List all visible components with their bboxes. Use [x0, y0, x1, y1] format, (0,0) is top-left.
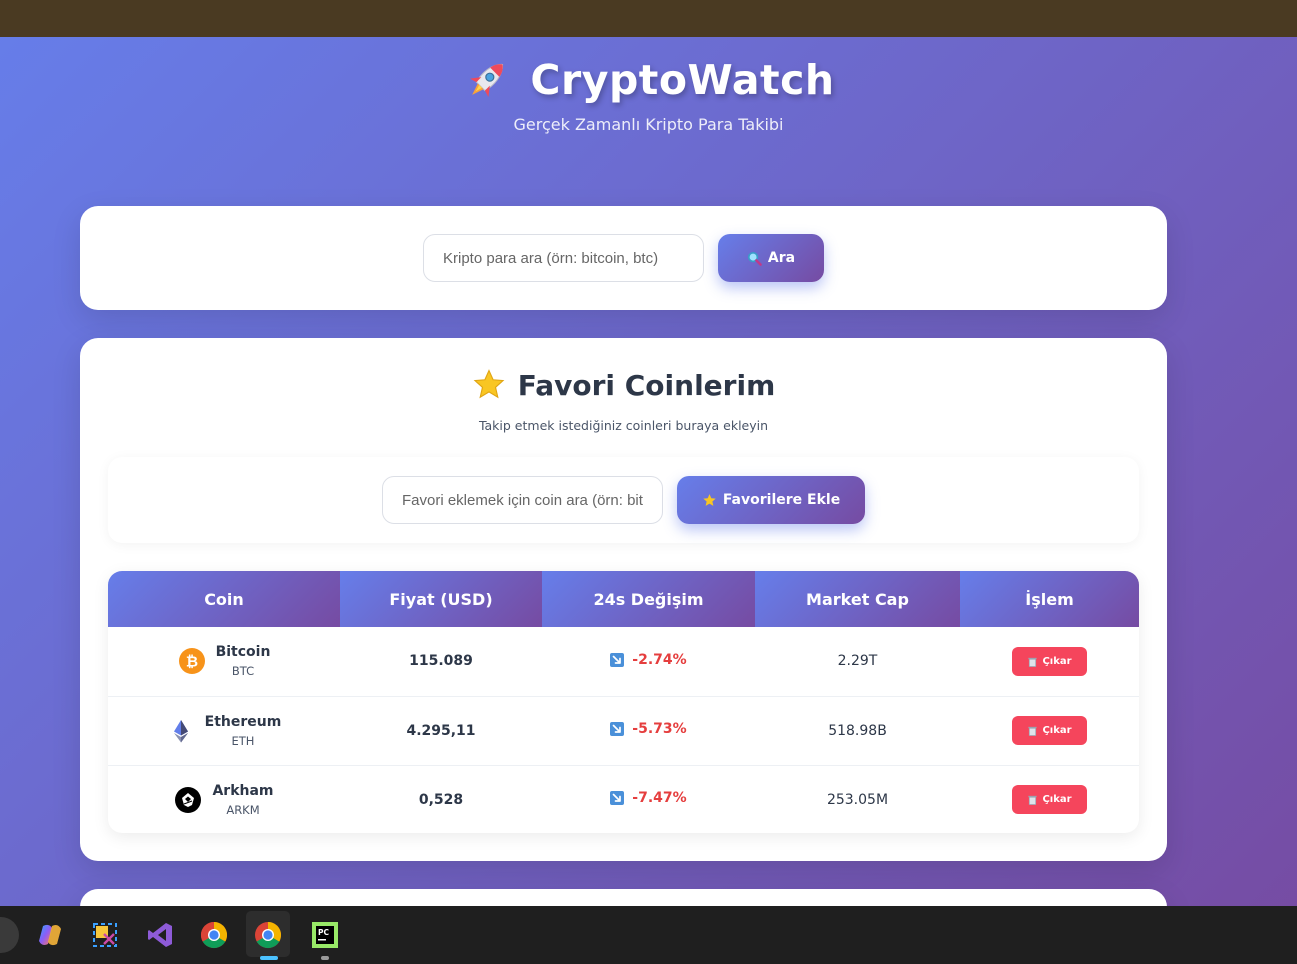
search-row: Ara — [423, 234, 824, 282]
app-header: CryptoWatch Gerçek Zamanlı Kripto Para T… — [0, 37, 1297, 134]
remove-button[interactable]: Çıkar — [1012, 716, 1087, 745]
coin-change: -5.73% — [632, 721, 687, 737]
pycharm-icon[interactable]: PC — [309, 919, 341, 951]
favorites-title: Favori Coinlerim — [517, 368, 776, 402]
coin-market-cap: 253.05M — [826, 791, 889, 808]
taskbar: PC — [0, 906, 1297, 964]
trend-down-icon — [610, 791, 625, 806]
start-button-icon[interactable] — [0, 916, 20, 954]
star-icon — [703, 493, 716, 506]
coin-price: 0,528 — [418, 791, 464, 808]
add-favorite-row: Favorilere Ekle — [382, 476, 865, 524]
snipping-tool-icon[interactable] — [89, 919, 121, 951]
search-button[interactable]: Ara — [718, 234, 824, 282]
trash-icon — [1028, 657, 1038, 667]
app-subtitle: Gerçek Zamanlı Kripto Para Takibi — [513, 115, 784, 134]
magnifier-icon — [747, 251, 762, 266]
chrome-icon[interactable] — [252, 919, 284, 951]
change-cell: -5.73% — [542, 696, 755, 766]
add-favorite-button[interactable]: Favorilere Ekle — [677, 476, 865, 524]
coin-symbol: BTC — [231, 664, 255, 679]
remove-button-label: Çıkar — [1042, 655, 1072, 667]
browser-top-strip — [0, 0, 1297, 37]
favorites-table: Coin Fiyat (USD) 24s Değişim Market Cap … — [108, 571, 1139, 833]
favorites-title-row: Favori Coinlerim — [80, 368, 1167, 402]
table-header-row: Coin Fiyat (USD) 24s Değişim Market Cap … — [108, 571, 1139, 627]
remove-button[interactable]: Çıkar — [1012, 646, 1087, 676]
running-indicator — [321, 956, 329, 960]
title-row: CryptoWatch — [0, 55, 1297, 105]
change-cell: -7.47% — [542, 765, 755, 833]
favorites-card: Favori Coinlerim Takip etmek istediğiniz… — [80, 338, 1167, 861]
svg-text:₿: ₿ — [185, 653, 197, 671]
active-indicator — [260, 956, 278, 960]
favorites-description: Takip etmek istediğiniz coinleri buraya … — [478, 418, 769, 433]
table-row: ₿ Bitcoin BTC 115.089 -2.74% 2.29T Çıkar — [108, 627, 1139, 697]
visual-studio-icon[interactable] — [144, 919, 176, 951]
star-icon — [473, 369, 505, 399]
search-input[interactable] — [423, 234, 704, 282]
coin-name: Arkham — [212, 782, 274, 799]
column-header-change: 24s Değişim — [542, 571, 755, 627]
remove-button[interactable]: Çıkar — [1012, 785, 1087, 815]
coin-market-cap: 518.98B — [755, 696, 960, 766]
coin-market-cap: 2.29T — [755, 627, 960, 697]
coin-change: -7.47% — [632, 790, 687, 807]
coin-cell: ₿ Bitcoin BTC — [108, 627, 340, 697]
search-card: Ara — [80, 206, 1167, 310]
ethereum-icon — [173, 719, 188, 742]
table-row: Arkham ARKM 0,528 -7.47% 253.05M Çıkar — [108, 765, 1139, 833]
coin-change: -2.74% — [632, 651, 687, 668]
copilot-icon[interactable] — [34, 919, 66, 951]
coin-symbol: ARKM — [226, 802, 260, 817]
coin-cell: Arkham ARKM — [108, 765, 340, 833]
rocket-icon — [470, 63, 504, 97]
coin-cell: Ethereum ETH — [108, 696, 340, 766]
column-header-action: İşlem — [960, 571, 1139, 627]
coin-price: 115.089 — [340, 627, 542, 697]
chrome-icon[interactable] — [198, 919, 230, 951]
column-header-coin: Coin — [108, 571, 340, 627]
bitcoin-icon: ₿ — [178, 648, 205, 675]
coin-name: Ethereum — [204, 713, 282, 730]
trash-icon — [1028, 796, 1038, 806]
table-row: Ethereum ETH 4.295,11 -5.73% 518.98B Çık… — [108, 696, 1139, 766]
action-cell: Çıkar — [960, 696, 1139, 766]
coin-price: 4.295,11 — [340, 696, 542, 766]
action-cell: Çıkar — [960, 765, 1139, 833]
remove-button-label: Çıkar — [1042, 725, 1072, 736]
change-cell: -2.74% — [542, 627, 755, 697]
search-button-label: Ara — [767, 250, 796, 266]
trend-down-icon — [610, 652, 625, 667]
coin-name: Bitcoin — [215, 644, 271, 661]
action-cell: Çıkar — [960, 627, 1139, 697]
add-favorite-input[interactable] — [382, 476, 663, 524]
remove-button-label: Çıkar — [1042, 794, 1072, 806]
trend-down-icon — [610, 722, 625, 736]
add-favorite-button-label: Favorilere Ekle — [722, 492, 841, 508]
svg-text:PC: PC — [318, 928, 329, 937]
column-header-price: Fiyat (USD) — [340, 571, 542, 627]
add-favorite-panel: Favorilere Ekle — [108, 457, 1139, 543]
coin-symbol: ETH — [231, 733, 255, 748]
arkham-icon — [175, 786, 202, 813]
trash-icon — [1028, 726, 1038, 736]
column-header-market-cap: Market Cap — [755, 571, 960, 627]
app-title: CryptoWatch — [530, 56, 835, 104]
